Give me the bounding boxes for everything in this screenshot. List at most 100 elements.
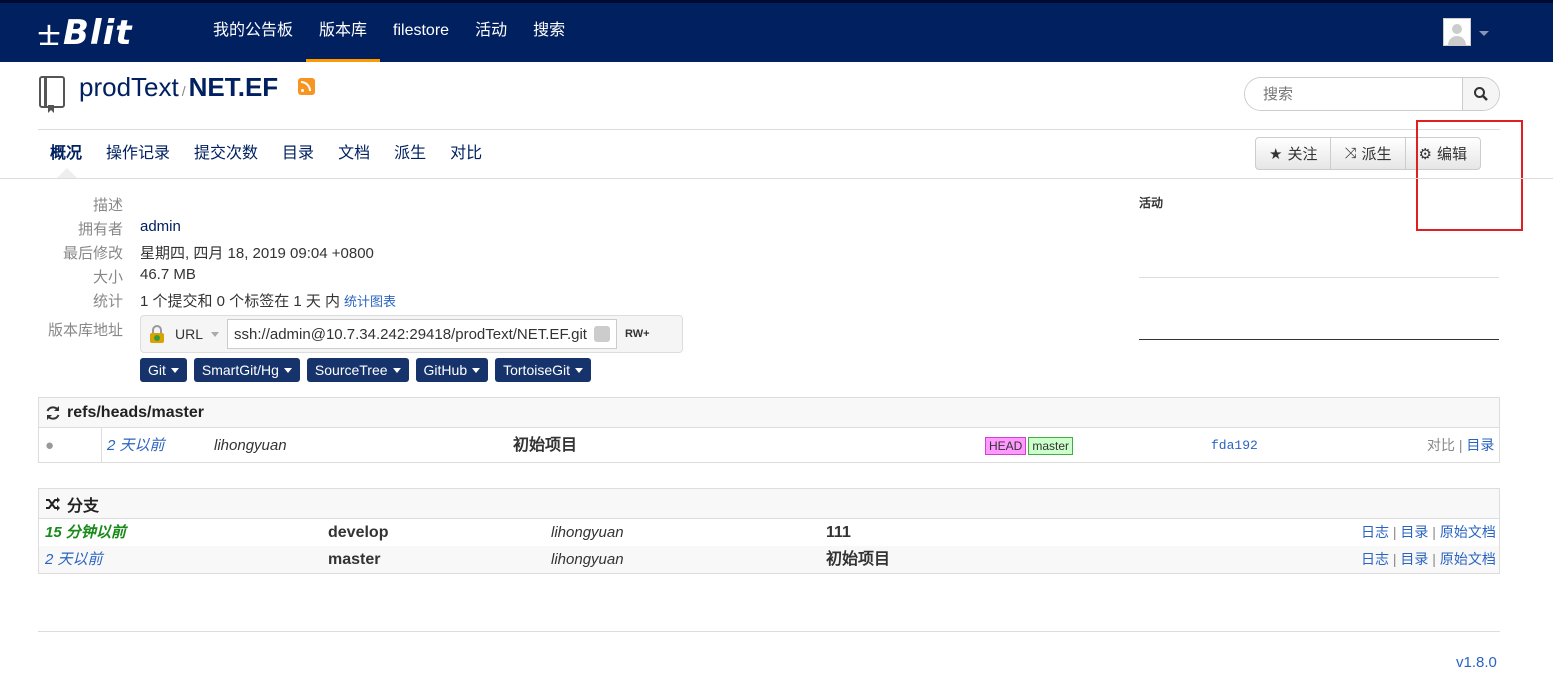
compare-link[interactable]: 对比: [1427, 437, 1455, 453]
brand-logo[interactable]: 士Blit: [38, 13, 133, 53]
last-modified-value: 星期四, 四月 18, 2019 09:04 +0800: [140, 245, 374, 262]
tab-commits[interactable]: 提交次数: [182, 140, 270, 168]
caret-down-icon: [283, 367, 292, 373]
activity-axis-line: [1139, 339, 1499, 340]
repository-name[interactable]: NET.EF: [189, 72, 279, 102]
branch-message[interactable]: 111: [826, 519, 851, 546]
repository-url-label: 版本库地址: [47, 322, 123, 339]
size-value: 46.7 MB: [140, 266, 196, 283]
repository-url-field[interactable]: ssh://admin@10.7.34.242:29418/prodText/N…: [227, 319, 618, 349]
column-divider: [101, 428, 102, 462]
caret-down-icon: [392, 367, 401, 373]
tab-summary[interactable]: 概况: [38, 140, 94, 168]
stats-label: 统计: [92, 293, 123, 310]
watch-button[interactable]: ★ 关注: [1256, 138, 1332, 169]
refs-panel: refs/heads/master ● 2 天以前 lihongyuan 初始项…: [38, 397, 1500, 463]
tab-forks[interactable]: 派生: [382, 140, 438, 168]
search-button[interactable]: [1462, 78, 1499, 110]
repository-url-box: URL ssh://admin@10.7.34.242:29418/prodTe…: [140, 315, 683, 353]
branch-message[interactable]: 初始项目: [826, 546, 890, 573]
commit-hash[interactable]: fda192: [1211, 432, 1258, 459]
nav-item-search[interactable]: 搜索: [520, 3, 578, 62]
branch-name[interactable]: master: [328, 546, 380, 573]
nav-item-filestore[interactable]: filestore: [380, 3, 462, 62]
caret-down-icon: [472, 367, 481, 373]
client-button-label: GitHub: [423, 362, 468, 378]
lock-icon: [150, 325, 164, 343]
branch-author[interactable]: lihongyuan: [551, 546, 624, 573]
table-row: ● 2 天以前 lihongyuan 初始项目 HEAD master fda19…: [39, 428, 1499, 462]
branches-panel-header: 分支: [39, 489, 1499, 519]
branches-panel-title: 分支: [67, 497, 100, 515]
tabs-divider: [0, 178, 1553, 179]
branch-badge[interactable]: master: [1028, 437, 1074, 455]
rss-icon[interactable]: [298, 78, 315, 95]
client-button-git[interactable]: Git: [140, 358, 187, 382]
docs-link[interactable]: 原始文档: [1440, 524, 1496, 540]
tab-docs[interactable]: 文档: [326, 140, 382, 168]
refs-panel-header: refs/heads/master: [39, 398, 1499, 428]
tab-tree[interactable]: 目录: [270, 140, 326, 168]
log-link[interactable]: 日志: [1361, 524, 1389, 540]
branches-panel: 分支 15 分钟以前 develop lihongyuan 111 日志 | 目…: [38, 488, 1500, 574]
last-modified-label: 最后修改: [62, 245, 123, 262]
tree-link[interactable]: 目录: [1400, 524, 1428, 540]
stats-value: 1 个提交和 0 个标签在 1 天 内统计图表: [140, 290, 396, 311]
ref-badges: HEAD master: [985, 432, 1075, 459]
row-links: 日志 | 目录 | 原始文档: [1361, 551, 1496, 567]
client-button-smartgit[interactable]: SmartGit/Hg: [193, 358, 300, 382]
nav-item-activity[interactable]: 活动: [462, 3, 520, 62]
url-type-select[interactable]: URL: [175, 326, 203, 342]
user-menu-caret-icon[interactable]: [1479, 31, 1489, 36]
refs-panel-title: refs/heads/master: [67, 403, 204, 421]
tree-link[interactable]: 目录: [1466, 437, 1494, 453]
client-button-tortoisegit[interactable]: TortoiseGit: [495, 358, 592, 382]
git-client-buttons: Git SmartGit/Hg SourceTree GitHub Tortoi…: [140, 358, 598, 382]
tab-reflog[interactable]: 操作记录: [94, 140, 182, 168]
repository-url-text: ssh://admin@10.7.34.242:29418/prodText/N…: [234, 325, 587, 343]
tree-link[interactable]: 目录: [1400, 551, 1428, 567]
owner-value: admin: [140, 218, 181, 235]
log-link[interactable]: 日志: [1361, 551, 1389, 567]
commit-author[interactable]: lihongyuan: [214, 432, 287, 459]
description-label: 描述: [92, 197, 123, 214]
branch-name[interactable]: develop: [328, 519, 388, 546]
shuffle-icon: [46, 496, 60, 511]
repository-tabs: 概况 操作记录 提交次数 目录 文档 派生 对比: [38, 140, 494, 168]
owner-label: 拥有者: [77, 221, 123, 238]
search-input[interactable]: [1245, 78, 1462, 110]
client-button-github[interactable]: GitHub: [415, 358, 489, 382]
owner-link[interactable]: admin: [140, 218, 181, 235]
tab-compare[interactable]: 对比: [438, 140, 494, 168]
project-name[interactable]: prodText: [79, 72, 179, 102]
search-icon: [1474, 87, 1488, 101]
branch-author[interactable]: lihongyuan: [551, 519, 624, 546]
nav-item-dashboard[interactable]: 我的公告板: [200, 3, 306, 62]
docs-link[interactable]: 原始文档: [1440, 551, 1496, 567]
title-separator: /: [181, 83, 186, 99]
repository-search: [1244, 77, 1500, 111]
header-divider: [38, 129, 1500, 130]
puzzle-icon[interactable]: [594, 326, 611, 342]
row-links: 日志 | 目录 | 原始文档: [1361, 524, 1496, 540]
branch-age: 2 天以前: [45, 551, 103, 568]
client-button-label: TortoiseGit: [503, 362, 571, 378]
client-button-sourcetree[interactable]: SourceTree: [306, 358, 409, 382]
commit-message[interactable]: 初始项目: [513, 432, 577, 459]
version-label[interactable]: v1.8.0: [1456, 654, 1497, 671]
top-navbar: 士Blit 我的公告板 版本库 filestore 活动 搜索: [0, 0, 1553, 62]
head-badge[interactable]: HEAD: [985, 437, 1027, 455]
caret-down-icon: [170, 367, 179, 373]
table-row: 2 天以前 master lihongyuan 初始项目 日志 | 目录 | 原…: [39, 546, 1499, 573]
caret-down-icon: [575, 367, 584, 373]
highlight-annotation-box: [1416, 120, 1523, 231]
nav-item-repositories[interactable]: 版本库: [306, 3, 381, 62]
chevron-down-icon[interactable]: [211, 331, 220, 337]
footer-divider: [38, 631, 1500, 632]
stats-chart-link[interactable]: 统计图表: [344, 294, 396, 309]
user-avatar[interactable]: [1443, 18, 1471, 46]
commit-age[interactable]: 2 天以前: [107, 432, 165, 459]
activity-divider: [1139, 277, 1499, 278]
fork-button[interactable]: ⤨ 派生: [1331, 138, 1406, 169]
activity-title: 活动: [1139, 196, 1164, 210]
